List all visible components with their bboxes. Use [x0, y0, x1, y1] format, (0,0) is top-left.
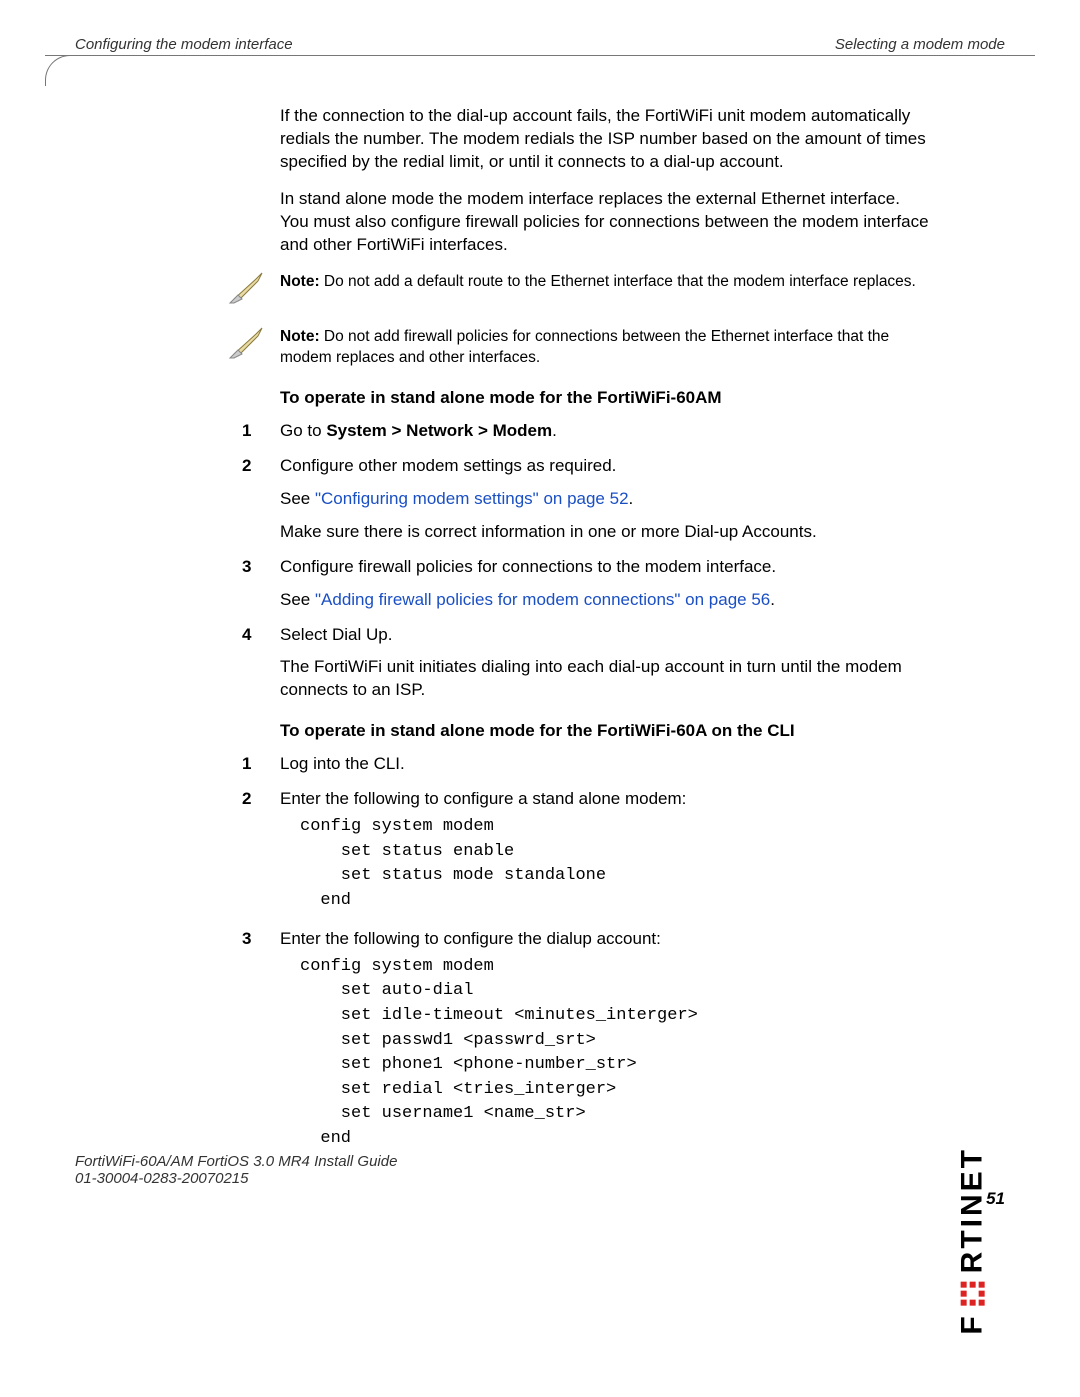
- step-3-text: Configure firewall policies for connecti…: [280, 557, 776, 576]
- cli-step-2-text: Enter the following to configure a stand…: [280, 789, 686, 808]
- header-left: Configuring the modem interface: [75, 36, 293, 53]
- step-1: Go to System > Network > Modem.: [280, 420, 930, 443]
- corner-arc: [45, 55, 76, 86]
- section1-title: To operate in stand alone mode for the F…: [280, 387, 930, 410]
- note-2: Note: Do not add firewall policies for c…: [228, 326, 930, 369]
- note-2-body: Do not add firewall policies for connect…: [280, 328, 889, 367]
- section2-title: To operate in stand alone mode for the F…: [280, 720, 930, 743]
- footer-line-2: 01-30004-0283-20070215: [75, 1170, 1005, 1187]
- cli-code-block-2: config system modem set auto-dial set id…: [300, 955, 930, 1152]
- step-4-extra: The FortiWiFi unit initiates dialing int…: [280, 656, 930, 702]
- intro-para-1: If the connection to the dial-up account…: [280, 105, 930, 174]
- section1-steps: Go to System > Network > Modem. Configur…: [280, 420, 930, 702]
- step-3: Configure firewall policies for connecti…: [280, 556, 930, 612]
- footer: FortiWiFi-60A/AM FortiOS 3.0 MR4 Install…: [75, 1153, 1005, 1187]
- step-1-pre: Go to: [280, 421, 326, 440]
- see-post: .: [629, 489, 634, 508]
- page: Configuring the modem interface Selectin…: [0, 0, 1080, 1397]
- page-number: 51: [986, 1189, 1005, 1209]
- step-2-extra: Make sure there is correct information i…: [280, 521, 930, 544]
- footer-line-1: FortiWiFi-60A/AM FortiOS 3.0 MR4 Install…: [75, 1153, 1005, 1170]
- see-pre: See: [280, 489, 315, 508]
- step-2-text: Configure other modem settings as requir…: [280, 456, 616, 475]
- header-rule: [45, 55, 1035, 56]
- nav-path: System > Network > Modem: [326, 421, 552, 440]
- cli-step-1-text: Log into the CLI.: [280, 754, 405, 773]
- step-4: Select Dial Up. The FortiWiFi unit initi…: [280, 624, 930, 703]
- cli-step-3-text: Enter the following to configure the dia…: [280, 929, 661, 948]
- intro-para-2: In stand alone mode the modem interface …: [280, 188, 930, 257]
- cli-code-block-1: config system modem set status enable se…: [300, 815, 930, 914]
- header-right: Selecting a modem mode: [835, 36, 1005, 53]
- note-1-text: Note: Do not add a default route to the …: [280, 271, 916, 293]
- note-2-text: Note: Do not add firewall policies for c…: [280, 326, 930, 369]
- note-label: Note:: [280, 328, 320, 345]
- link-adding-firewall-policies[interactable]: "Adding firewall policies for modem conn…: [315, 590, 770, 609]
- note-1-body: Do not add a default route to the Ethern…: [320, 273, 916, 290]
- body-content: If the connection to the dial-up account…: [280, 105, 930, 1166]
- step-2: Configure other modem settings as requir…: [280, 455, 930, 544]
- step-4-text: Select Dial Up.: [280, 625, 392, 644]
- see-post: .: [770, 590, 775, 609]
- note-icon: [228, 271, 268, 312]
- note-label: Note:: [280, 273, 320, 290]
- cli-step-3: Enter the following to configure the dia…: [280, 928, 930, 1152]
- link-configuring-modem-settings[interactable]: "Configuring modem settings" on page 52: [315, 489, 629, 508]
- cli-step-2: Enter the following to configure a stand…: [280, 788, 930, 914]
- section2-steps: Log into the CLI. Enter the following to…: [280, 753, 930, 1152]
- logo-dotgrid-icon: [961, 1281, 985, 1305]
- step-1-post: .: [552, 421, 557, 440]
- see-pre: See: [280, 590, 315, 609]
- note-icon: [228, 326, 268, 367]
- note-1: Note: Do not add a default route to the …: [228, 271, 930, 312]
- cli-step-1: Log into the CLI.: [280, 753, 930, 776]
